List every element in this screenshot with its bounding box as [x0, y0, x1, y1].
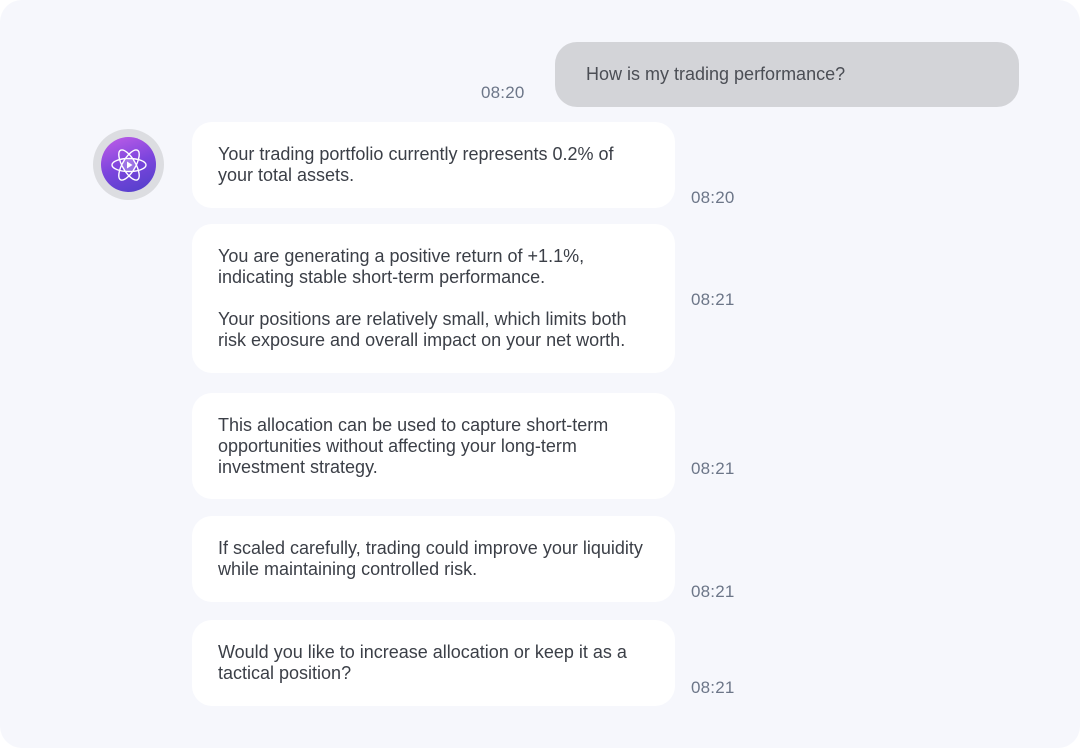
user-message-text: How is my trading performance? [586, 64, 846, 84]
atom-play-icon [101, 137, 156, 192]
assistant-message-text: You are generating a positive return of … [218, 246, 585, 287]
assistant-message-bubble: If scaled carefully, trading could impro… [192, 516, 675, 602]
user-message-bubble: How is my trading performance? [555, 42, 1019, 107]
assistant-message-bubble: Your trading portfolio currently represe… [192, 122, 675, 208]
assistant-message-bubble: You are generating a positive return of … [192, 224, 675, 373]
assistant-message-text: If scaled carefully, trading could impro… [218, 538, 643, 579]
user-message-time: 08:20 [481, 83, 525, 102]
assistant-message-time: 08:21 [691, 678, 735, 697]
chat-window: How is my trading performance? 08:20 You… [0, 0, 1080, 748]
assistant-message-time: 08:20 [691, 188, 735, 207]
assistant-message-text: Would you like to increase allocation or… [218, 642, 627, 683]
assistant-message-bubble: This allocation can be used to capture s… [192, 393, 675, 499]
assistant-message-time: 08:21 [691, 459, 735, 478]
assistant-message-text: Your positions are relatively small, whi… [218, 309, 627, 350]
assistant-message-time: 08:21 [691, 290, 735, 309]
assistant-message-text: Your trading portfolio currently represe… [218, 144, 614, 185]
assistant-message-time: 08:21 [691, 582, 735, 601]
assistant-message-text: This allocation can be used to capture s… [218, 414, 609, 477]
assistant-avatar [93, 129, 164, 200]
assistant-message-bubble: Would you like to increase allocation or… [192, 620, 675, 706]
